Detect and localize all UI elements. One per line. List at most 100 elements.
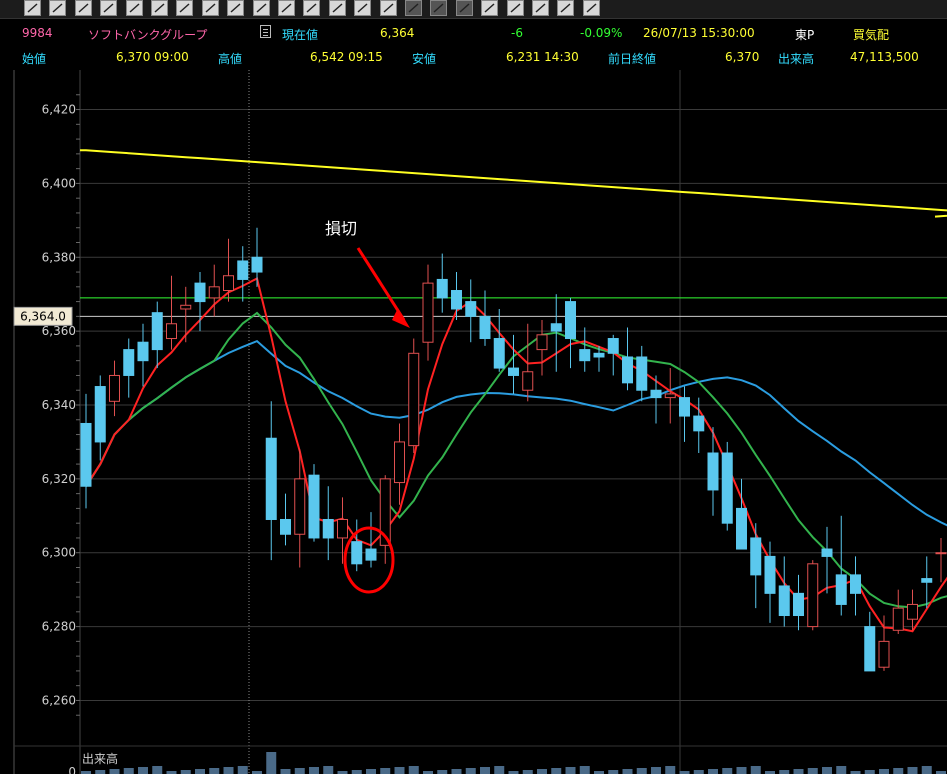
candle-body bbox=[921, 578, 933, 583]
candle-body bbox=[109, 374, 120, 402]
rectangle-icon[interactable] bbox=[303, 0, 321, 16]
volume-bar bbox=[622, 769, 633, 774]
text-tool-icon[interactable] bbox=[354, 0, 372, 16]
candle-body bbox=[251, 256, 263, 273]
volume-bar bbox=[736, 767, 747, 774]
candle-body bbox=[394, 441, 405, 484]
undo-icon[interactable] bbox=[532, 0, 549, 16]
candle-body bbox=[80, 422, 92, 487]
circle-icon[interactable] bbox=[278, 0, 295, 16]
candle-body bbox=[180, 304, 192, 310]
volume-bar bbox=[636, 768, 647, 774]
volume-bar bbox=[608, 770, 619, 774]
candle-body bbox=[208, 286, 220, 299]
copy-icon[interactable] bbox=[405, 0, 422, 16]
magnet-icon[interactable] bbox=[506, 0, 524, 16]
volume-bar bbox=[779, 770, 790, 774]
candle[interactable] bbox=[408, 338, 420, 454]
y-tick-label: 6,280 bbox=[42, 620, 76, 634]
candle-body bbox=[821, 548, 833, 557]
volume-bar bbox=[195, 769, 205, 774]
candle-body bbox=[194, 282, 206, 303]
candle-body bbox=[322, 518, 334, 539]
horizontal-lines-icon[interactable] bbox=[100, 0, 118, 16]
volume-bar bbox=[408, 766, 419, 774]
candle-body bbox=[280, 518, 291, 535]
candle-body bbox=[864, 626, 876, 672]
channel-icon[interactable] bbox=[125, 0, 143, 16]
paste-icon[interactable] bbox=[430, 0, 448, 16]
volume-bar bbox=[451, 769, 462, 774]
cross-icon[interactable] bbox=[328, 0, 346, 16]
volume-bar bbox=[565, 767, 576, 774]
fib-icon[interactable] bbox=[227, 0, 245, 16]
ruler-icon[interactable] bbox=[49, 0, 67, 16]
candle-body bbox=[878, 640, 890, 668]
volume-bar bbox=[879, 769, 889, 774]
icon-stamp-icon[interactable] bbox=[379, 0, 397, 16]
arc-icon[interactable] bbox=[176, 0, 194, 16]
candle-body bbox=[793, 592, 804, 617]
y-tick-label: 6,420 bbox=[42, 103, 76, 117]
volume-bar bbox=[864, 770, 875, 774]
stock-name: ソフトバンクグループ bbox=[88, 28, 208, 42]
volume-bar bbox=[95, 770, 106, 774]
candle-body bbox=[579, 349, 591, 362]
candle-body bbox=[308, 474, 320, 539]
candlestick-chart[interactable]: 6,260 6,280 6,300 6,320 6,340 6,360 6,380 6,400… bbox=[0, 70, 947, 774]
change-percent: -0.09% bbox=[580, 26, 623, 40]
candle[interactable] bbox=[807, 560, 819, 631]
candle-body bbox=[508, 367, 519, 376]
volume-bar bbox=[437, 770, 448, 774]
volume-bar bbox=[152, 766, 163, 774]
document-icon[interactable] bbox=[260, 25, 271, 38]
candle-body bbox=[636, 356, 648, 391]
fan-icon[interactable] bbox=[151, 0, 168, 16]
candle-body bbox=[536, 334, 548, 351]
candle-body bbox=[664, 393, 676, 399]
open-label: 始値 bbox=[22, 52, 47, 66]
volume-zero-label: 0 bbox=[68, 765, 76, 774]
volume-bar bbox=[123, 768, 134, 774]
volume-bar bbox=[921, 766, 932, 774]
volume-bar bbox=[480, 767, 490, 774]
y-tick-label: 6,340 bbox=[42, 398, 76, 412]
eraser-icon[interactable] bbox=[455, 0, 473, 16]
quote-datetime: 26/07/13 15:30:00 bbox=[643, 26, 755, 40]
volume-bar bbox=[138, 767, 148, 774]
quote-status: 買気配 bbox=[853, 28, 890, 42]
candle-body bbox=[850, 574, 861, 594]
volume-bar bbox=[223, 767, 234, 774]
grid-icon[interactable] bbox=[201, 0, 219, 16]
y-tick-label: 6,400 bbox=[42, 176, 76, 190]
candle[interactable] bbox=[308, 464, 320, 542]
y-tick-label: 6,300 bbox=[42, 546, 76, 560]
candle-body bbox=[237, 260, 249, 280]
volume-bar bbox=[793, 769, 804, 774]
candle-body bbox=[778, 585, 790, 617]
volume-bar bbox=[807, 768, 818, 774]
volume-bar bbox=[465, 768, 476, 774]
candle-body bbox=[650, 389, 662, 399]
volume-bar bbox=[366, 769, 376, 774]
volume-bar bbox=[522, 770, 533, 774]
line-tool-icon[interactable] bbox=[24, 0, 41, 16]
pentagon-icon[interactable] bbox=[252, 0, 270, 16]
volume-bar bbox=[693, 770, 704, 774]
save-icon[interactable] bbox=[557, 0, 575, 16]
parallel-lines-icon[interactable] bbox=[74, 0, 92, 16]
candle-body bbox=[736, 507, 747, 550]
change-value: -6 bbox=[511, 26, 523, 40]
candle[interactable] bbox=[721, 441, 733, 531]
y-tick-label: 6,360 bbox=[42, 324, 76, 338]
volume-bar bbox=[494, 766, 505, 774]
candle-body bbox=[123, 349, 135, 376]
volume-bar bbox=[209, 768, 220, 774]
erase-all-icon[interactable] bbox=[481, 0, 499, 16]
settings-icon[interactable] bbox=[582, 0, 600, 16]
volume-bar bbox=[708, 769, 718, 774]
candle-body bbox=[436, 278, 448, 299]
annotation-text[interactable]: 損切 bbox=[325, 219, 357, 238]
candle-body bbox=[465, 301, 477, 317]
volume-bar bbox=[266, 752, 277, 774]
